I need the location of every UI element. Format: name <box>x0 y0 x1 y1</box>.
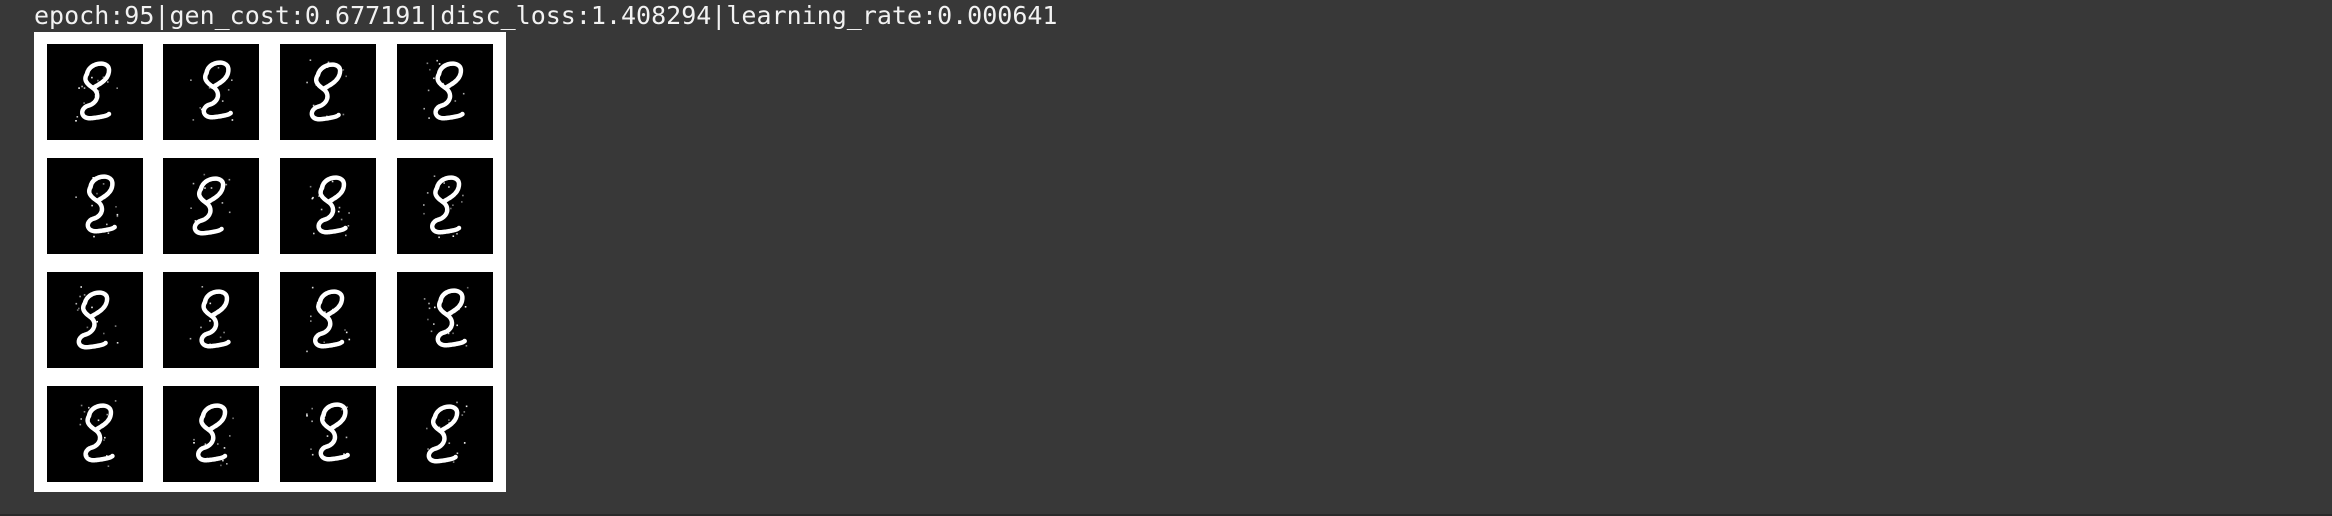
digit-eight-glyph <box>423 175 464 239</box>
digit-eight-glyph <box>75 286 119 350</box>
generated-sample-5 <box>47 158 143 254</box>
digit-eight-glyph <box>190 60 234 121</box>
generated-sample-6 <box>163 158 259 254</box>
digit-eight-glyph <box>193 403 234 467</box>
digit-eight-glyph <box>190 173 231 236</box>
notebook-output-area: epoch:95|gen_cost:0.677191|disc_loss:1.4… <box>0 0 2332 516</box>
sample-image-grid <box>47 44 493 482</box>
generated-sample-10 <box>163 272 259 368</box>
generated-sample-16 <box>397 386 493 482</box>
generated-sample-7 <box>280 158 376 254</box>
generated-sample-3 <box>280 44 376 140</box>
digit-eight-glyph <box>79 400 117 467</box>
digit-eight-glyph <box>75 174 119 238</box>
digit-eight-glyph <box>75 61 118 122</box>
digit-eight-glyph <box>306 59 347 122</box>
digit-eight-glyph <box>306 402 350 462</box>
training-log-line: epoch:95|gen_cost:0.677191|disc_loss:1.4… <box>34 1 1058 30</box>
generated-sample-15 <box>280 386 376 482</box>
generated-sample-12 <box>397 272 493 368</box>
generated-sample-9 <box>47 272 143 368</box>
digit-eight-glyph <box>423 59 465 121</box>
digit-eight-glyph <box>423 286 469 348</box>
generated-sample-2 <box>163 44 259 140</box>
generated-sample-11 <box>280 272 376 368</box>
digit-eight-glyph <box>426 401 468 464</box>
digit-eight-glyph <box>189 286 231 349</box>
generated-sample-4 <box>397 44 493 140</box>
generated-sample-8 <box>397 158 493 254</box>
generated-samples-figure <box>34 32 506 492</box>
generated-sample-13 <box>47 386 143 482</box>
digit-eight-glyph <box>306 286 351 353</box>
generated-sample-1 <box>47 44 143 140</box>
generated-sample-14 <box>163 386 259 482</box>
digit-eight-glyph <box>309 175 350 237</box>
